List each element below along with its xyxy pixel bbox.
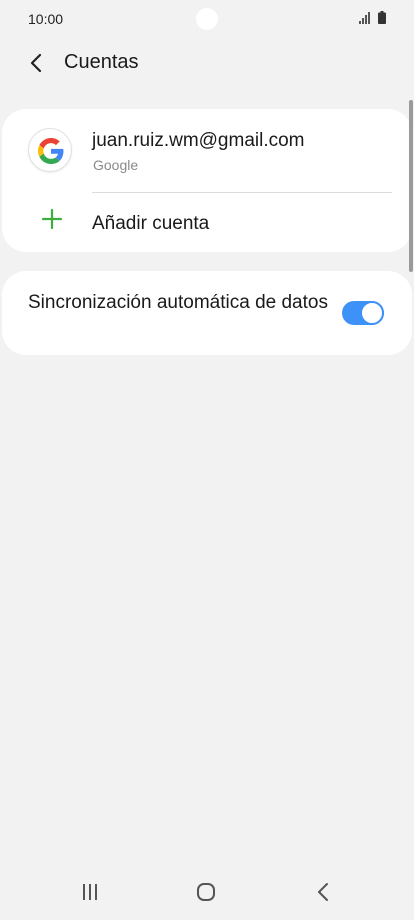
nav-bar [0, 864, 414, 920]
screen: 10:00 Cuentas juan.ruiz.wm@gmail.com Goo… [0, 0, 414, 920]
back-arrow-icon[interactable] [26, 52, 48, 74]
sync-label: Sincronización automática de datos [28, 292, 328, 313]
nav-back-icon[interactable] [314, 881, 334, 903]
google-icon [28, 128, 72, 172]
account-email: juan.ruiz.wm@gmail.com [92, 130, 305, 151]
scrollbar[interactable] [409, 100, 413, 272]
recents-icon[interactable] [80, 882, 100, 902]
toggle-knob [360, 301, 384, 325]
sync-card[interactable]: Sincronización automática de datos [2, 271, 412, 355]
page-title: Cuentas [64, 51, 139, 73]
account-item-google[interactable]: juan.ruiz.wm@gmail.com Google [2, 109, 412, 193]
status-bar: 10:00 [0, 0, 414, 40]
sync-toggle[interactable] [342, 301, 384, 325]
signal-icon [359, 12, 370, 24]
plus-icon [41, 208, 63, 230]
add-account-button[interactable]: Añadir cuenta [2, 193, 412, 252]
home-icon[interactable] [196, 882, 216, 902]
battery-icon [378, 11, 386, 24]
accounts-card: juan.ruiz.wm@gmail.com Google Añadir cue… [2, 109, 412, 252]
header: Cuentas [0, 40, 414, 86]
camera-cutout [196, 8, 218, 30]
status-time: 10:00 [28, 11, 64, 27]
account-provider: Google [93, 157, 139, 173]
add-account-label: Añadir cuenta [92, 213, 210, 234]
